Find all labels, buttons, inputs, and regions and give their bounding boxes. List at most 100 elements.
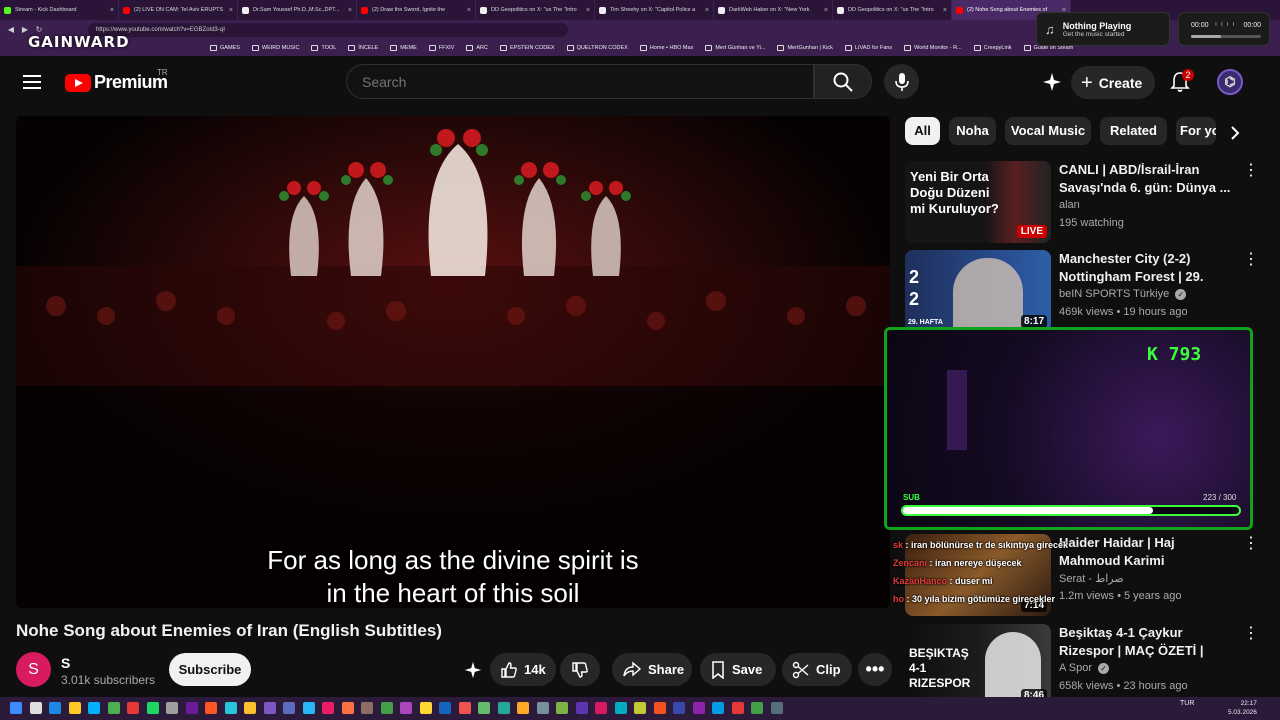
taskbar-app-icon[interactable] (341, 702, 354, 714)
browser-tab[interactable]: DarkWeb Haber on X: "New York × (714, 0, 833, 20)
bookmark-item[interactable]: World Monitor - R... (904, 45, 962, 51)
bookmark-item[interactable]: CreepyLink (973, 45, 1012, 51)
channel-avatar[interactable]: S (16, 652, 51, 687)
taskbar-app-icon[interactable] (439, 702, 451, 714)
browser-tab[interactable]: Dr.Sam Youssef Ph.D.,M.Sc.,DPT... × (238, 0, 357, 20)
taskbar-app-icon[interactable] (478, 702, 490, 714)
taskbar-app-icon[interactable] (224, 702, 237, 714)
bookmark-item[interactable]: MertGunhan | Kick (777, 45, 833, 51)
bookmark-item[interactable]: İNCELE (348, 45, 378, 51)
taskbar-app-icon[interactable] (595, 702, 607, 714)
taskbar-app-icon[interactable] (614, 702, 627, 714)
back-icon[interactable]: ◀ (6, 25, 16, 35)
taskbar-app-icon[interactable] (380, 702, 393, 714)
chevron-right-icon[interactable] (1226, 124, 1244, 142)
taskbar-app-icon[interactable] (673, 702, 685, 714)
bookmark-item[interactable]: EPSTEIN CODEX (499, 45, 555, 51)
subscribe-button[interactable]: Subscribe (169, 653, 251, 686)
bookmark-item[interactable]: MEME (390, 45, 417, 51)
recommendation-item[interactable]: BEŞIKTAŞ 4-1 RIZESPOR 8:46 Beşiktaş 4-1 … (905, 624, 1259, 706)
tab-close-icon[interactable]: × (348, 7, 352, 14)
create-button[interactable]: + Create (1071, 66, 1155, 99)
browser-tab[interactable]: Tim Sheehy on X: "Capitol Police a × (595, 0, 714, 20)
taskbar-app-icon[interactable] (497, 702, 510, 714)
recommendation-title[interactable]: CANLI | ABD/İsrail-İran Savaşı'nda 6. gü… (1059, 161, 1233, 197)
taskbar-app-icon[interactable] (361, 702, 373, 714)
more-vertical-icon[interactable]: ⋮ (1243, 163, 1259, 179)
taskbar-app-icon[interactable] (400, 702, 412, 714)
chip-for-you[interactable]: For you (1176, 117, 1216, 145)
video-thumbnail[interactable]: BEŞIKTAŞ 4-1 RIZESPOR 8:46 (905, 624, 1051, 706)
system-clock[interactable]: 22:17 5.03.2026 (1228, 699, 1257, 717)
recommendation-title[interactable]: Beşiktaş 4-1 Çaykur Rizespor | MAÇ ÖZETİ… (1059, 624, 1233, 660)
more-actions-button[interactable]: ••• (858, 653, 892, 686)
recommendation-item[interactable]: 22 29. HAFTA 8:17 Manchester City (2-2) … (905, 250, 1259, 332)
keyboard-language[interactable]: TUR (1180, 700, 1194, 707)
taskbar-app-icon[interactable] (458, 702, 471, 714)
like-button[interactable]: 14k (490, 653, 556, 686)
bookmark-item[interactable]: GAMES (210, 45, 240, 51)
taskbar-app-icon[interactable] (185, 702, 198, 714)
dislike-button[interactable] (560, 653, 600, 686)
tab-close-icon[interactable]: × (705, 7, 709, 14)
search-button[interactable] (814, 64, 872, 99)
video-thumbnail[interactable]: 22 29. HAFTA 8:17 (905, 250, 1051, 332)
more-vertical-icon[interactable]: ⋮ (1243, 252, 1259, 268)
chip-all[interactable]: All (905, 117, 940, 145)
taskbar-app-icon[interactable] (205, 702, 217, 714)
tab-close-icon[interactable]: × (586, 7, 590, 14)
taskbar-app-icon[interactable] (536, 702, 549, 714)
bookmark-item[interactable]: Mert Günhan ve Yi... (705, 45, 765, 51)
taskbar-app-icon[interactable] (653, 702, 666, 714)
start-menu-icon[interactable] (10, 702, 22, 714)
taskbar-app-icon[interactable] (575, 702, 588, 714)
recommendation-channel[interactable]: beIN SPORTS Türkiye ✓ (1059, 288, 1187, 300)
taskbar-app-icon[interactable] (146, 702, 159, 714)
share-button[interactable]: Share (612, 653, 692, 686)
chip-noha[interactable]: Noha (949, 117, 996, 145)
more-vertical-icon[interactable]: ⋮ (1243, 626, 1259, 642)
media-widget[interactable]: ♫ Nothing Playing Get the music started (1036, 12, 1170, 46)
browser-tab[interactable]: Stream - Kick Dashboard × (0, 0, 119, 20)
taskbar-app-icon[interactable] (127, 702, 139, 714)
taskbar-app-icon[interactable] (731, 702, 744, 714)
bookmark-item[interactable]: LIVAD for Fans (844, 45, 892, 51)
taskbar-app-icon[interactable] (107, 702, 120, 714)
browser-tab[interactable]: (2) LIVE ON CAM: Tel Aviv ERUPTS × (119, 0, 238, 20)
more-vertical-icon[interactable]: ⋮ (1243, 536, 1259, 552)
voice-search-button[interactable] (884, 64, 919, 99)
chip-related[interactable]: Related (1100, 117, 1167, 145)
bookmark-item[interactable]: ARC (466, 45, 488, 51)
taskbar-app-icon[interactable] (634, 702, 646, 714)
bookmark-item[interactable]: QUELTRON CODEX (566, 45, 628, 51)
tab-close-icon[interactable]: × (110, 7, 114, 14)
chip-vocal-music[interactable]: Vocal Music (1005, 117, 1091, 145)
video-player[interactable]: For as long as the divine spirit is in t… (16, 116, 890, 608)
save-button[interactable]: Save (700, 653, 776, 686)
taskbar-app-icon[interactable] (770, 702, 783, 714)
youtube-premium-logo[interactable]: Premium TR (65, 68, 168, 93)
taskbar-app-icon[interactable] (49, 702, 61, 714)
bookmark-item[interactable]: WEIRD MUSIC (251, 45, 299, 51)
taskbar-app-icon[interactable] (283, 702, 295, 714)
recommendation-channel[interactable]: alan (1059, 199, 1080, 211)
taskbar-app-icon[interactable] (68, 702, 81, 714)
browser-tab[interactable]: DD Geopolitics on X: "us The "Intro × (476, 0, 595, 20)
bookmark-item[interactable]: TOOL (311, 45, 336, 51)
media-progress-bar[interactable] (1191, 35, 1261, 38)
taskbar-app-icon[interactable] (263, 702, 276, 714)
ask-ai-icon[interactable] (1040, 70, 1064, 94)
recommendation-channel[interactable]: Serat - صراط (1059, 572, 1124, 585)
ask-ai-video-icon[interactable] (462, 659, 484, 681)
taskbar-app-icon[interactable] (556, 702, 568, 714)
menu-icon[interactable] (20, 69, 46, 95)
taskbar-app-icon[interactable] (322, 702, 334, 714)
recommendation-title[interactable]: Haider Haidar | Haj Mahmoud Karimi (1059, 534, 1233, 570)
recommendation-title[interactable]: Manchester City (2-2) Nottingham Forest … (1059, 250, 1233, 286)
bookmark-item[interactable]: Home • HBO Max (639, 45, 693, 51)
channel-name[interactable]: S (61, 655, 70, 671)
video-thumbnail[interactable]: Yeni Bir Orta Doğu Düzeni mi Kuruluyor? … (905, 161, 1051, 243)
search-input[interactable] (346, 64, 814, 99)
bookmark-item[interactable]: FFXIV (428, 45, 454, 51)
taskbar-app-icon[interactable] (88, 702, 100, 714)
